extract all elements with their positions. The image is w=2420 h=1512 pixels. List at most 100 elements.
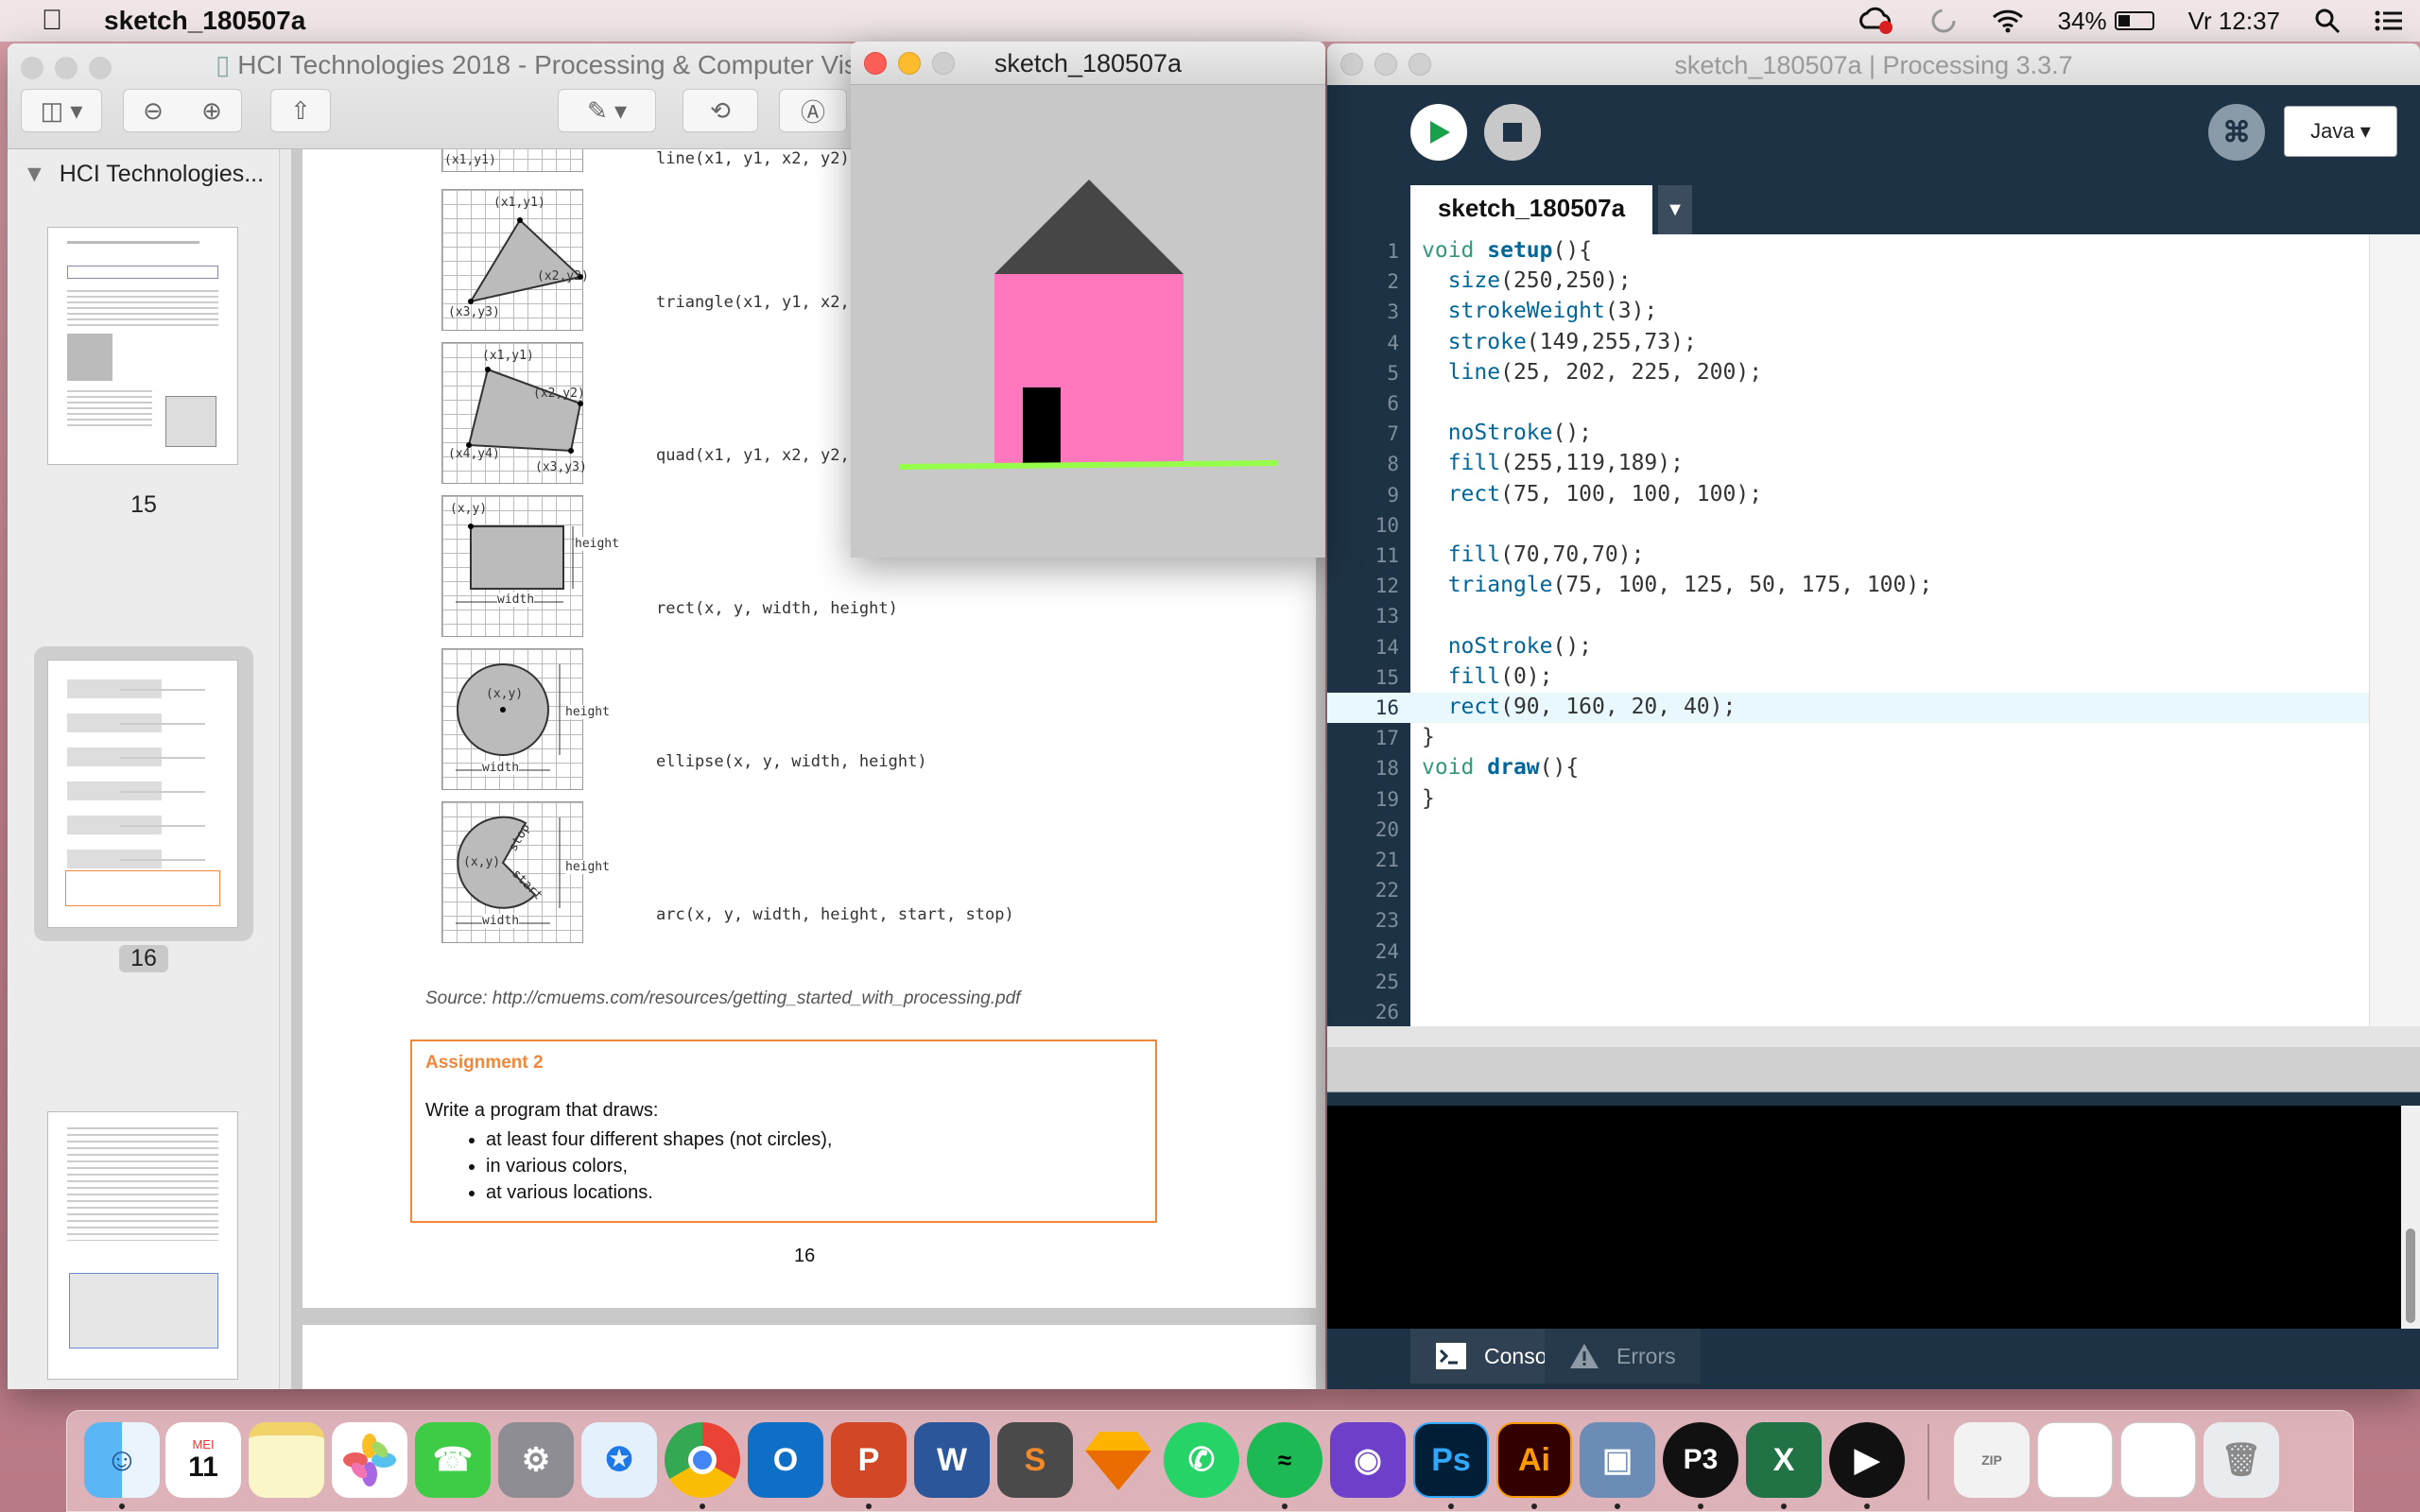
pdf-minimize-button[interactable] [55, 57, 78, 79]
page-thumbnail-16[interactable] [47, 660, 238, 928]
spotify-icon[interactable]: ≈ [1247, 1422, 1322, 1498]
code-line[interactable]: stroke(149,255,73); [1422, 330, 1697, 354]
assignment-item: in various colors, [486, 1153, 832, 1179]
line-number: 4 [1387, 331, 1399, 354]
run-button[interactable] [1410, 104, 1467, 161]
fn-ellipse: ellipse(x, y, width, height) [656, 752, 927, 771]
notification-center-icon[interactable] [2358, 0, 2420, 42]
code-line[interactable]: strokeWeight(3); [1422, 299, 1658, 323]
code-line[interactable]: rect(75, 100, 100, 100); [1422, 482, 1762, 507]
rotate-button[interactable]: ⟲ [683, 89, 758, 132]
code-line[interactable]: } [1422, 786, 1435, 811]
sketch-canvas[interactable] [851, 85, 1325, 558]
tab-errors[interactable]: Errors [1545, 1329, 1701, 1383]
ide-window-title: sketch_180507a | Processing 3.3.7 [1674, 51, 2073, 79]
mode-label: Java [2310, 119, 2355, 143]
quicktime-icon[interactable]: ▶ [1829, 1422, 1905, 1498]
debugger-button[interactable]: ⌘ [2208, 104, 2265, 161]
code-line[interactable]: void setup(){ [1422, 238, 1592, 263]
code-line[interactable]: fill(255,119,189); [1422, 451, 1684, 475]
disclosure-triangle-icon[interactable]: ▼ [23, 161, 46, 188]
desktop:  sketch_180507a 34% Vr 12:37 ▯ HCI Tech… [0, 0, 2420, 1512]
editor-scrollbar[interactable] [2369, 234, 2420, 1026]
rect-label-width: width [497, 593, 535, 607]
line-number: 25 [1374, 970, 1399, 993]
sublime-text-icon[interactable]: S [997, 1422, 1073, 1498]
downloads-stack-icon[interactable] [2120, 1422, 2196, 1498]
notes-icon[interactable] [249, 1422, 324, 1498]
tab-sketch[interactable]: sketch_180507a [1410, 185, 1652, 234]
spotlight-search-icon[interactable] [2297, 0, 2358, 42]
photos-icon[interactable] [332, 1422, 407, 1498]
menu-clock[interactable]: Vr 12:37 [2171, 0, 2297, 42]
spreadsheet-file-icon[interactable] [2037, 1422, 2113, 1498]
sync-icon[interactable] [1912, 0, 1975, 42]
illustrator-icon[interactable]: Ai [1496, 1422, 1572, 1498]
line-number: 10 [1374, 513, 1399, 537]
code-line[interactable]: fill(0); [1422, 664, 1553, 689]
finder-icon[interactable]: ☺ [84, 1422, 160, 1498]
page-thumbnail-17[interactable] [47, 1111, 238, 1380]
markup-button[interactable]: ✎ ▾ [558, 89, 656, 132]
battery-status[interactable]: 34% [2041, 0, 2171, 42]
whatsapp-icon[interactable]: ✆ [1164, 1422, 1239, 1498]
page-thumbnail-15[interactable] [47, 227, 238, 465]
ide-toolbar: ⌘ Java ▾ [1327, 85, 2420, 176]
sidebar-toggle-button[interactable]: ◫ ▾ [21, 89, 102, 132]
line-number: 12 [1374, 575, 1399, 598]
powerpoint-icon[interactable]: P [831, 1422, 907, 1498]
console-output[interactable] [1327, 1106, 2401, 1329]
console-icon [1436, 1343, 1466, 1369]
code-line[interactable]: noStroke(); [1422, 421, 1592, 445]
github-desktop-icon[interactable]: ◉ [1330, 1422, 1406, 1498]
share-button[interactable]: ⇧ [270, 89, 331, 132]
pdf-zoom-button[interactable] [89, 57, 112, 79]
code-line[interactable]: } [1422, 725, 1435, 749]
pdf-close-button[interactable] [21, 57, 43, 79]
pdf-page-17 [302, 1325, 1316, 1389]
code-editor[interactable]: void setup(){ size(250,250); strokeWeigh… [1410, 234, 2369, 1026]
code-line[interactable]: void draw(){ [1422, 755, 1579, 780]
outlook-icon[interactable]: O [748, 1422, 823, 1498]
chrome-icon[interactable] [665, 1422, 740, 1498]
code-line[interactable]: size(250,250); [1422, 268, 1632, 293]
zoom-in-icon[interactable]: ⊕ [201, 96, 222, 126]
ide-tab-bar: sketch_180507a ▼ [1327, 185, 2420, 234]
sketch-output-window: sketch_180507a [851, 42, 1325, 558]
sidebar-doc-header[interactable]: ▼ HCI Technologies... [8, 149, 279, 198]
code-line[interactable]: rect(90, 160, 20, 40); [1422, 695, 1737, 719]
tab-menu-button[interactable]: ▼ [1658, 185, 1692, 234]
processing-ide-window: sketch_180507a | Processing 3.3.7 ⌘ Java… [1327, 43, 2420, 1389]
code-line[interactable]: line(25, 202, 225, 200); [1422, 360, 1762, 385]
system-preferences-icon[interactable]: ⚙ [498, 1422, 574, 1498]
console-scrollbar[interactable] [2401, 1106, 2420, 1329]
share-icon: ⇧ [290, 95, 311, 125]
photoshop-icon[interactable]: Ps [1413, 1422, 1489, 1498]
wifi-icon[interactable] [1975, 0, 2041, 42]
word-icon[interactable]: W [914, 1422, 990, 1498]
facetime-icon[interactable]: ☎ [415, 1422, 491, 1498]
processing-icon[interactable]: P3 [1663, 1422, 1738, 1498]
assignment-box: Assignment 2 Write a program that draws:… [410, 1040, 1157, 1223]
editor-divider[interactable] [1327, 1026, 2420, 1092]
excel-icon[interactable]: X [1746, 1422, 1822, 1498]
code-line[interactable]: triangle(75, 100, 125, 50, 175, 100); [1422, 573, 1932, 597]
mode-selector[interactable]: Java ▾ [2284, 106, 2397, 157]
sketch-app-icon[interactable] [1080, 1422, 1156, 1498]
creative-cloud-icon[interactable] [1841, 0, 1912, 42]
console-tab-bar: Console Errors [1327, 1329, 2420, 1389]
annotate-button[interactable]: Ⓐ [779, 89, 847, 132]
calendar-icon[interactable]: MEI 11 [165, 1422, 241, 1498]
preview-icon[interactable]: ▣ [1580, 1422, 1655, 1498]
apple-menu-icon[interactable]:  [0, 5, 104, 37]
zip-file-icon[interactable]: ZIP [1954, 1422, 2030, 1498]
stop-button[interactable] [1484, 104, 1541, 161]
trash-icon[interactable]: 🗑 [2204, 1422, 2279, 1498]
code-line[interactable]: fill(70,70,70); [1422, 542, 1645, 567]
line-number: 6 [1387, 392, 1399, 415]
zoom-out-icon[interactable]: ⊖ [143, 96, 164, 126]
tri-label-x3y3: (x3,y3) [448, 305, 500, 319]
menu-app-name[interactable]: sketch_180507a [104, 6, 305, 36]
safari-icon[interactable]: ✪ [581, 1422, 657, 1498]
code-line[interactable]: noStroke(); [1422, 634, 1592, 659]
